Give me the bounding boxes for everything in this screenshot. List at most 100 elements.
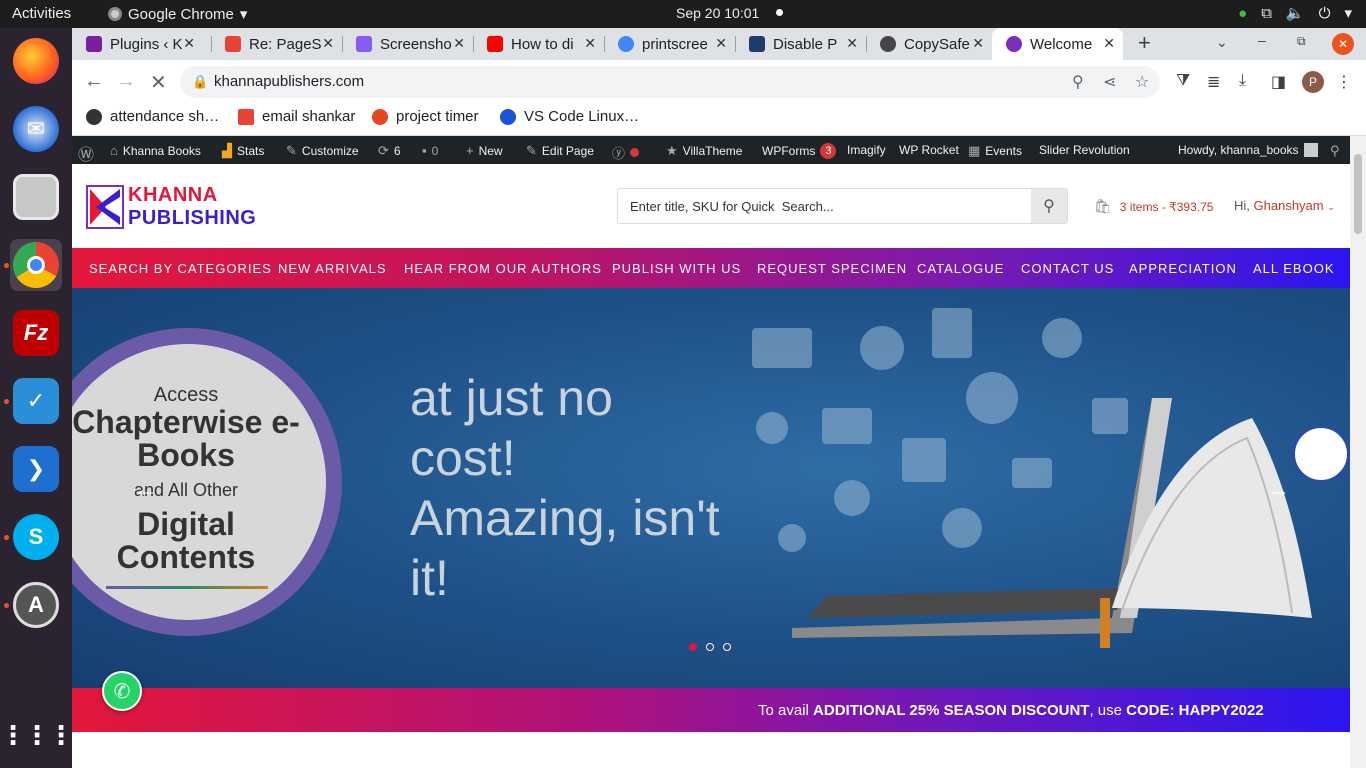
wp-updates-link[interactable]: ⟳ 6 — [378, 143, 401, 159]
address-bar[interactable]: 🔒 khannapublishers.com ⚲ ⋖ ☆ — [180, 66, 1160, 98]
network-icon[interactable]: ⧉ — [1261, 5, 1272, 22]
wp-howdy-account[interactable]: Howdy, khanna_books — [1178, 143, 1318, 157]
new-tab-button[interactable]: + — [1138, 30, 1151, 56]
close-icon[interactable]: ✕ — [322, 35, 334, 52]
stop-loading-button[interactable]: ✕ — [150, 70, 167, 95]
wp-site-link[interactable]: ⌂ Khanna Books — [110, 143, 201, 158]
wp-search-icon[interactable]: ⚲ — [1330, 143, 1340, 159]
clock[interactable]: Sep 20 10:01 — [676, 5, 759, 21]
wordpress-logo-icon[interactable]: Ⓦ — [78, 141, 94, 165]
tab-gmail[interactable]: Re: PageS ✕ — [211, 28, 342, 60]
nav-all-ebook[interactable]: ALL EBOOK — [1253, 261, 1335, 276]
slider-dot[interactable] — [689, 643, 697, 651]
search-button[interactable]: ⚲ — [1031, 189, 1067, 223]
close-icon[interactable]: ✕ — [183, 35, 195, 52]
nav-new-arrivals[interactable]: NEW ARRIVALS — [278, 261, 387, 276]
close-icon[interactable]: ✕ — [715, 35, 727, 52]
download-icon[interactable]: ⤓ — [1239, 72, 1246, 90]
wp-villatheme-link[interactable]: ★ VillaTheme — [666, 143, 742, 159]
share-icon[interactable]: ⋖ — [1103, 72, 1116, 92]
nav-hear-from-authors[interactable]: HEAR FROM OUR AUTHORS — [404, 261, 602, 276]
side-panel-icon[interactable]: ◨ — [1271, 72, 1286, 92]
tab-copysafe[interactable]: CopySafe ✕ — [866, 28, 992, 60]
chrome-menu-icon[interactable]: ⋮ — [1336, 72, 1352, 92]
site-logo[interactable]: KHANNA PUBLISHING — [86, 184, 256, 230]
back-button[interactable]: ← — [84, 70, 104, 93]
url-text[interactable]: khannapublishers.com — [214, 73, 364, 90]
slider-dot[interactable] — [723, 643, 731, 651]
bookmark-vscode[interactable]: VS Code Linux… — [500, 108, 639, 125]
nav-catalogue[interactable]: CATALOGUE — [917, 261, 1004, 276]
slider-next-arrow[interactable]: → — [1266, 476, 1290, 504]
accessibility-widget-icon[interactable] — [1292, 425, 1350, 483]
close-icon[interactable]: ✕ — [1103, 35, 1115, 52]
maximize-button[interactable]: ⧉ — [1297, 34, 1306, 49]
tab-search-button[interactable]: ⌄ — [1216, 34, 1228, 51]
wp-imagify-link[interactable]: Imagify — [847, 143, 886, 157]
bookmark-label: attendance sh… — [110, 108, 220, 125]
zoom-icon[interactable]: ⚲ — [1072, 72, 1084, 92]
bookmark-project-timer[interactable]: project timer — [372, 108, 479, 125]
chevron-down-icon[interactable]: ▾ — [1344, 4, 1352, 22]
close-icon[interactable]: ✕ — [846, 35, 858, 52]
dock-software-updater[interactable]: A — [10, 579, 62, 631]
extensions-icon[interactable]: ⧩ — [1176, 72, 1190, 90]
nav-contact-us[interactable]: CONTACT US — [1021, 261, 1114, 276]
dock-vscode[interactable]: ❯ — [10, 443, 62, 495]
dock-firefox[interactable] — [10, 35, 62, 87]
dock-skype[interactable]: S — [10, 511, 62, 563]
wp-comments-link[interactable]: ▪ 0 — [422, 143, 438, 158]
dock-files[interactable] — [10, 171, 62, 223]
system-tray[interactable]: ● ⧉ 🔈 ⏻ ▾ — [1238, 4, 1352, 23]
slider-dot[interactable] — [706, 643, 714, 651]
search-input[interactable] — [618, 189, 1031, 223]
show-applications-button[interactable]: ⋮⋮⋮ — [0, 709, 74, 761]
wp-seo-link[interactable]: ⓨ — [612, 143, 640, 162]
activities-button[interactable]: Activities — [12, 5, 71, 22]
mini-cart[interactable]: 🛍 3 items - ₹393.75 — [1094, 198, 1213, 215]
wp-new-link[interactable]: + New — [466, 143, 503, 158]
profile-avatar[interactable]: P — [1302, 71, 1324, 93]
tab-youtube[interactable]: How to di ✕ — [473, 28, 604, 60]
app-menu[interactable]: Google Chrome ▾ — [108, 5, 247, 23]
account-menu[interactable]: Hi, Ghanshyam ⌄ — [1234, 198, 1335, 213]
slider-prev-arrow[interactable]: ← — [134, 476, 158, 504]
wp-slider-revolution-link[interactable]: Slider Revolution — [1039, 143, 1130, 157]
close-icon[interactable]: ✕ — [453, 35, 465, 52]
forward-button[interactable]: → — [116, 70, 136, 93]
whatsapp-chat-button[interactable]: ✆ — [102, 671, 142, 711]
bookmark-attendance[interactable]: attendance sh… — [86, 108, 219, 125]
nav-search-by-categories[interactable]: SEARCH BY CATEGORIES — [89, 261, 272, 276]
scrollbar-thumb[interactable] — [1354, 154, 1362, 234]
tab-google[interactable]: printscree ✕ — [604, 28, 735, 60]
lock-icon[interactable]: 🔒 — [192, 74, 208, 90]
dock-timer-app[interactable]: ✓ — [10, 375, 62, 427]
media-controls-icon[interactable]: ≣ — [1207, 72, 1220, 92]
update-icon[interactable]: ● — [1238, 5, 1247, 22]
tab-disable[interactable]: Disable P ✕ — [735, 28, 866, 60]
close-icon[interactable]: ✕ — [584, 35, 596, 52]
volume-icon[interactable]: 🔈 — [1286, 4, 1305, 22]
bookmark-email[interactable]: email shankar — [238, 108, 355, 125]
nav-request-specimen[interactable]: REQUEST SPECIMEN — [757, 261, 907, 276]
nav-publish-with-us[interactable]: PUBLISH WITH US — [612, 261, 741, 276]
wp-wpforms-link[interactable]: WPForms 3 — [762, 143, 837, 159]
wp-edit-page-link[interactable]: ✎ Edit Page — [526, 143, 594, 159]
power-icon[interactable]: ⏻ — [1319, 5, 1331, 22]
nav-appreciation[interactable]: APPRECIATION — [1129, 261, 1237, 276]
dock-filezilla[interactable]: Fz — [10, 307, 62, 359]
wp-customize-link[interactable]: ✎ Customize — [286, 143, 359, 159]
wp-stats-link[interactable]: ▟ Stats — [222, 143, 264, 159]
page-scrollbar[interactable] — [1350, 136, 1366, 768]
dock-thunderbird[interactable]: ✉ — [10, 103, 62, 155]
dock-chrome[interactable] — [10, 239, 62, 291]
minimize-button[interactable]: – — [1258, 32, 1266, 48]
tab-welcome[interactable]: Welcome ✕ — [992, 28, 1123, 60]
tab-plugins[interactable]: Plugins ‹ K ✕ — [72, 28, 203, 60]
tab-screenshot[interactable]: Screensho ✕ — [342, 28, 473, 60]
wp-rocket-link[interactable]: WP Rocket — [899, 143, 959, 157]
bookmark-star-icon[interactable]: ☆ — [1135, 72, 1149, 92]
wp-events-link[interactable]: ▦ Events — [968, 143, 1022, 159]
close-icon[interactable]: ✕ — [972, 35, 984, 52]
close-window-button[interactable]: ✕ — [1332, 33, 1354, 55]
